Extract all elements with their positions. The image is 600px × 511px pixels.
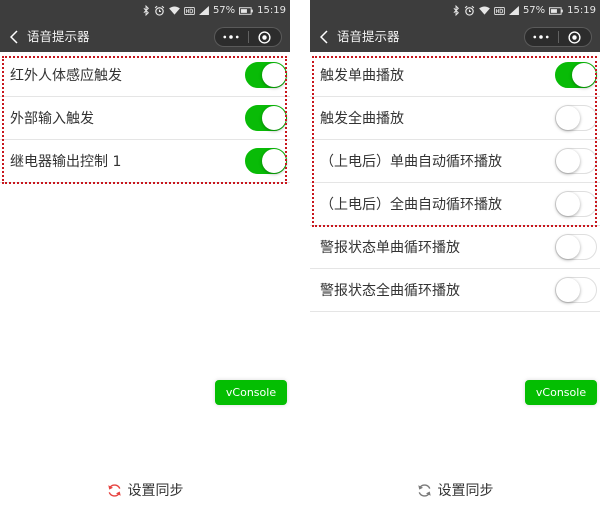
alarm-icon — [464, 5, 475, 16]
switch-knob — [556, 106, 580, 130]
setting-poweron-single-loop: （上电后）单曲自动循环播放 — [310, 140, 600, 183]
setting-poweron-all-loop: （上电后）全曲自动循环播放 — [310, 183, 600, 226]
page-title: 语音提示器 — [27, 29, 90, 44]
setting-label: 继电器输出控制 1 — [10, 154, 122, 170]
setting-label: 外部输入触发 — [10, 111, 94, 127]
phone-screen-left: 57% 15:19 语音提示器 红外人体感应触发 外部输入触发 继电器输出控制 … — [0, 0, 290, 511]
status-bar: 57% 15:19 — [0, 0, 290, 21]
setting-label: （上电后）全曲自动循环播放 — [320, 197, 502, 213]
phone-screen-right: 57% 15:19 语音提示器 触发单曲播放 触发全曲播放 （上电后）单曲自动循… — [310, 0, 600, 511]
highlighted-settings-group: 触发单曲播放 触发全曲播放 （上电后）单曲自动循环播放 （上电后）全曲自动循环播… — [310, 54, 600, 227]
setting-external-input-trigger: 外部输入触发 — [0, 97, 290, 140]
setting-alarm-all-loop: 警报状态全曲循环播放 — [310, 269, 600, 312]
toggle-poweron-single-loop[interactable] — [555, 148, 597, 174]
wifi-icon — [169, 6, 180, 15]
toggle-external-input-trigger[interactable] — [245, 105, 287, 131]
sync-icon — [417, 483, 432, 498]
page-title: 语音提示器 — [337, 29, 400, 44]
setting-label: 警报状态全曲循环播放 — [320, 283, 460, 299]
bluetooth-icon — [143, 5, 150, 16]
chevron-left-icon[interactable] — [319, 30, 329, 44]
sync-settings-label: 设置同步 — [437, 483, 494, 499]
switch-knob — [262, 63, 286, 87]
status-bar: 57% 15:19 — [310, 0, 600, 21]
hd-voice-icon — [494, 7, 505, 15]
signal-icon — [199, 6, 209, 15]
toggle-trigger-single-track[interactable] — [555, 62, 597, 88]
chevron-left-icon[interactable] — [9, 30, 19, 44]
sync-icon — [107, 483, 122, 498]
setting-label: （上电后）单曲自动循环播放 — [320, 154, 502, 170]
vconsole-button[interactable]: vConsole — [215, 380, 287, 405]
nav-bar: 语音提示器 — [0, 22, 290, 52]
app-header: 57% 15:19 语音提示器 — [310, 0, 600, 52]
switch-knob — [572, 63, 596, 87]
close-target-icon[interactable] — [249, 28, 282, 46]
setting-relay-output-control-1: 继电器输出控制 1 — [0, 140, 290, 183]
battery-percent: 57% — [212, 4, 236, 16]
setting-label: 触发单曲播放 — [320, 68, 404, 84]
highlighted-settings-group: 红外人体感应触发 外部输入触发 继电器输出控制 1 — [0, 54, 290, 184]
nav-bar: 语音提示器 — [310, 22, 600, 52]
bluetooth-icon — [453, 5, 460, 16]
switch-knob — [262, 149, 286, 173]
sync-settings-button[interactable]: 设置同步 — [310, 480, 600, 500]
vconsole-button[interactable]: vConsole — [525, 380, 597, 405]
sync-settings-label: 设置同步 — [127, 483, 184, 499]
switch-knob — [556, 149, 580, 173]
switch-knob — [556, 278, 580, 302]
switch-knob — [556, 192, 580, 216]
settings-list: 触发单曲播放 触发全曲播放 （上电后）单曲自动循环播放 （上电后）全曲自动循环播… — [310, 54, 600, 312]
setting-label: 警报状态单曲循环播放 — [320, 240, 460, 256]
mini-program-capsule — [524, 27, 592, 47]
setting-label: 红外人体感应触发 — [10, 68, 122, 84]
setting-trigger-all-tracks: 触发全曲播放 — [310, 97, 600, 140]
battery-icon — [549, 7, 563, 15]
alarm-icon — [154, 5, 165, 16]
toggle-alarm-all-loop[interactable] — [555, 277, 597, 303]
battery-percent: 57% — [522, 4, 546, 16]
switch-knob — [556, 235, 580, 259]
toggle-alarm-single-loop[interactable] — [555, 234, 597, 260]
app-header: 57% 15:19 语音提示器 — [0, 0, 290, 52]
status-clock: 15:19 — [567, 4, 596, 16]
status-clock: 15:19 — [257, 4, 286, 16]
more-dots-icon[interactable] — [215, 28, 248, 46]
hd-voice-icon — [184, 7, 195, 15]
toggle-trigger-all-tracks[interactable] — [555, 105, 597, 131]
setting-alarm-single-loop: 警报状态单曲循环播放 — [310, 226, 600, 269]
settings-list: 红外人体感应触发 外部输入触发 继电器输出控制 1 — [0, 54, 290, 184]
toggle-poweron-all-loop[interactable] — [555, 191, 597, 217]
sync-settings-button[interactable]: 设置同步 — [0, 480, 290, 500]
setting-label: 触发全曲播放 — [320, 111, 404, 127]
switch-knob — [262, 106, 286, 130]
setting-infrared-sensor-trigger: 红外人体感应触发 — [0, 54, 290, 97]
mini-program-capsule — [214, 27, 282, 47]
signal-icon — [509, 6, 519, 15]
wifi-icon — [479, 6, 490, 15]
battery-icon — [239, 7, 253, 15]
more-dots-icon[interactable] — [525, 28, 558, 46]
close-target-icon[interactable] — [559, 28, 592, 46]
setting-trigger-single-track: 触发单曲播放 — [310, 54, 600, 97]
toggle-relay-output-control-1[interactable] — [245, 148, 287, 174]
toggle-infrared-sensor-trigger[interactable] — [245, 62, 287, 88]
